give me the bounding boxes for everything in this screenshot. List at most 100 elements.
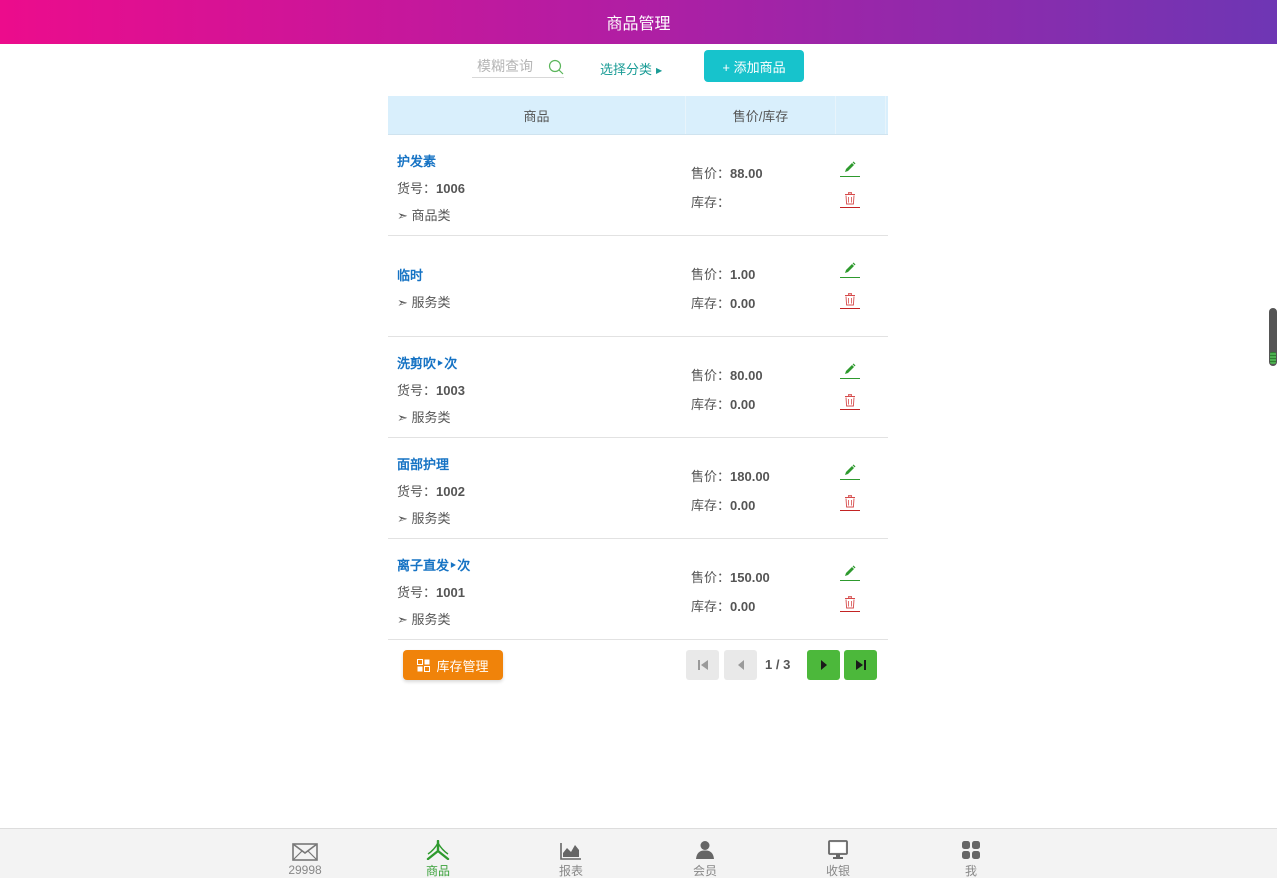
next-page-button[interactable] [807, 650, 840, 680]
sku-label: 货号： [397, 181, 437, 196]
trash-icon [845, 192, 855, 205]
product-price: 售价：88.00 [691, 163, 763, 182]
delete-button[interactable] [840, 495, 860, 511]
product-name[interactable]: 面部护理 [397, 454, 449, 473]
stock-management-label: 库存管理 [436, 658, 489, 674]
header-bar: 商品管理 [0, 0, 1277, 44]
price-label: 售价： [691, 166, 731, 181]
product-price: 售价：150.00 [691, 567, 770, 586]
product-name[interactable]: 护发素 [397, 151, 436, 170]
edit-button[interactable] [840, 262, 860, 278]
search-input[interactable] [472, 56, 544, 76]
tab-label: 商品 [425, 864, 450, 878]
price-value: 180.00 [730, 469, 770, 484]
product-category: ➣ 服务类 [397, 612, 451, 627]
sku-value: 1001 [436, 585, 465, 600]
page-indicator: 1 / 3 [765, 657, 791, 672]
prev-page-button[interactable] [724, 650, 757, 680]
category-select[interactable]: 选择分类 ▶ [600, 59, 662, 78]
last-page-icon [855, 660, 866, 670]
product-table: 商品 售价/库存 护发素 货号：1006 ➣ 商品类 售价：88.00 库存： … [388, 96, 888, 640]
price-value: 80.00 [730, 368, 763, 383]
bottom-tab-bar: 29998 商品 报表 会员 收银 我 [0, 828, 1277, 878]
stock-management-button[interactable]: 库存管理 [403, 650, 503, 680]
stock-label: 库存： [691, 195, 731, 210]
price-label: 售价： [691, 469, 731, 484]
stock-label: 库存： [691, 296, 731, 311]
column-header-price-stock: 售价/库存 [686, 96, 836, 134]
delete-button[interactable] [840, 596, 860, 612]
tab-messages[interactable]: 29998 [275, 829, 335, 878]
page-title: 商品管理 [606, 16, 671, 33]
price-value: 1.00 [730, 267, 756, 282]
product-stock: 库存：0.00 [691, 293, 755, 312]
product-category: ➣ 服务类 [397, 511, 451, 526]
tab-goods[interactable]: 商品 [408, 829, 468, 878]
product-category: ➣ 服务类 [397, 410, 451, 425]
table-row: 临时 ➣ 服务类 售价：1.00 库存：0.00 [388, 236, 888, 337]
table-row: 洗剪吹‣次 货号：1003 ➣ 服务类 售价：80.00 库存：0.00 [388, 337, 888, 438]
first-page-button[interactable] [686, 650, 719, 680]
product-name[interactable]: 临时 [397, 265, 423, 284]
chart-icon [560, 843, 581, 860]
product-sku: 货号：1006 [397, 178, 465, 197]
trash-icon [845, 394, 855, 407]
edit-button[interactable] [840, 464, 860, 480]
scrollbar[interactable] [1269, 308, 1277, 366]
product-price: 售价：1.00 [691, 264, 755, 283]
scrollbar-grip[interactable] [1270, 352, 1276, 364]
product-name[interactable]: 离子直发‣次 [397, 555, 470, 574]
price-label: 售价： [691, 368, 731, 383]
category-select-label: 选择分类 [600, 62, 653, 77]
stock-value: 0.00 [730, 498, 756, 513]
product-sku: 货号：1003 [397, 380, 465, 399]
delete-button[interactable] [840, 293, 860, 309]
product-stock: 库存：0.00 [691, 596, 755, 615]
grid-icon [417, 658, 431, 672]
prev-page-icon [737, 660, 744, 670]
first-page-icon [697, 660, 708, 670]
add-product-button[interactable]: + 添加商品 [704, 50, 804, 82]
search-box[interactable] [472, 56, 564, 78]
pencil-icon [845, 363, 856, 374]
trash-icon [845, 293, 855, 306]
product-sku: 货号：1001 [397, 582, 465, 601]
caret-right-icon: ▶ [656, 66, 663, 75]
toolbar: 选择分类▶ + 添加商品 [0, 50, 1277, 86]
monitor-icon [828, 840, 848, 859]
search-icon[interactable] [548, 59, 564, 75]
next-page-icon [820, 660, 827, 670]
tab-cashier[interactable]: 收银 [808, 829, 868, 878]
pencil-icon [845, 565, 856, 576]
product-sku: 货号：1002 [397, 481, 465, 500]
tab-label: 收银 [825, 864, 850, 878]
stock-label: 库存： [691, 498, 731, 513]
product-stock: 库存： [691, 192, 730, 211]
tab-members[interactable]: 会员 [675, 829, 735, 878]
stock-label: 库存： [691, 599, 731, 614]
table-row: 面部护理 货号：1002 ➣ 服务类 售价：180.00 库存：0.00 [388, 438, 888, 539]
delete-button[interactable] [840, 192, 860, 208]
stock-value: 0.00 [730, 397, 756, 412]
tab-label: 29998 [288, 863, 322, 877]
trash-icon [845, 495, 855, 508]
delete-button[interactable] [840, 394, 860, 410]
product-name[interactable]: 洗剪吹‣次 [397, 353, 457, 372]
stock-label: 库存： [691, 397, 731, 412]
tab-reports[interactable]: 报表 [541, 829, 601, 878]
edit-button[interactable] [840, 363, 860, 379]
member-icon [696, 841, 714, 859]
sku-label: 货号： [397, 585, 437, 600]
price-value: 150.00 [730, 570, 770, 585]
edit-button[interactable] [840, 161, 860, 177]
sku-label: 货号： [397, 484, 437, 499]
tab-me[interactable]: 我 [941, 829, 1001, 878]
table-footer: 库存管理 1 / 3 [388, 640, 888, 690]
edit-button[interactable] [840, 565, 860, 581]
sku-value: 1006 [436, 181, 465, 196]
column-header-product: 商品 [388, 96, 686, 134]
price-label: 售价： [691, 267, 731, 282]
last-page-button[interactable] [844, 650, 877, 680]
trash-icon [845, 596, 855, 609]
table-row: 护发素 货号：1006 ➣ 商品类 售价：88.00 库存： [388, 135, 888, 236]
